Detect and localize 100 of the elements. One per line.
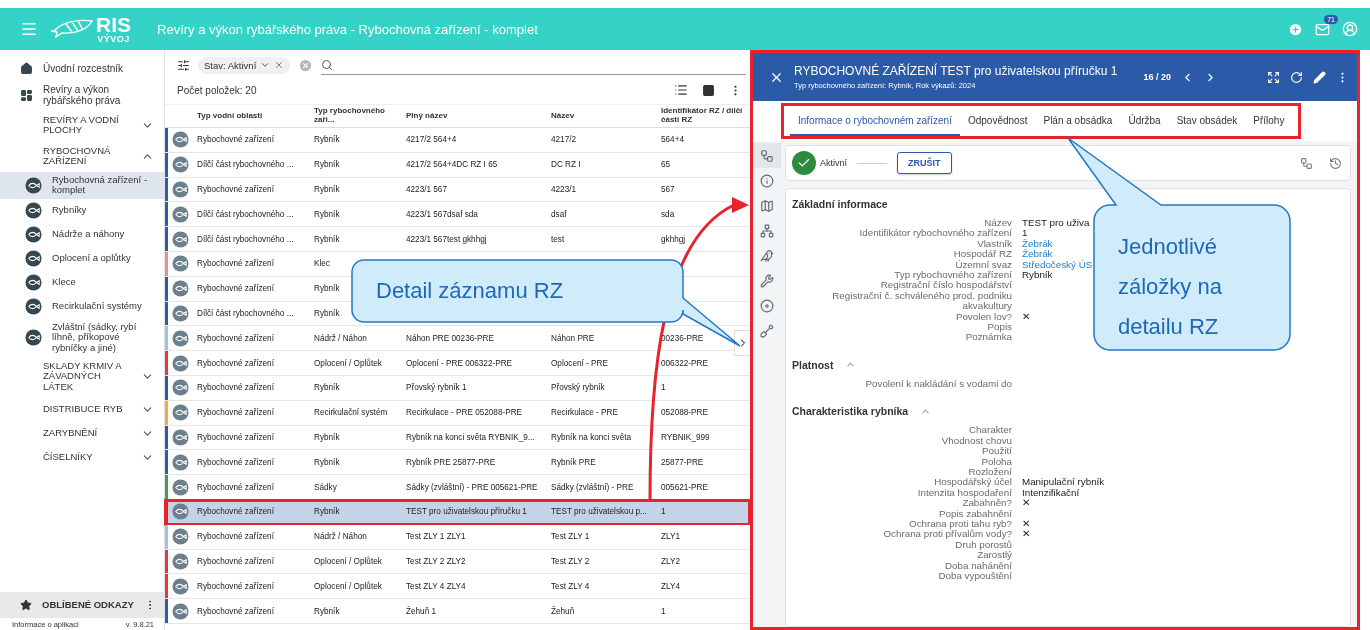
nav-group[interactable]: DISTRIBUCE RYB xyxy=(0,397,164,422)
cancel-button[interactable]: ZRUŠIT xyxy=(897,152,952,174)
column-header[interactable]: Identifikátor RZ / dílčí části RZ xyxy=(657,107,750,125)
table-row[interactable]: Rybochovné zařízení Sádky Sádky (zvláštní) - PRE 005621-PRE Sádky (zvláštní) - PRE 005621-PRE xyxy=(165,475,750,500)
table-row[interactable]: Dílčí část rybochovného ... Rybník 4217/2 564+4DC RZ I 65 DC RZ I 65 xyxy=(165,152,750,178)
fish-badge-icon xyxy=(172,404,189,422)
mail-button[interactable] xyxy=(1315,21,1330,37)
field-label: Identifikátor rybochovného zařízení xyxy=(858,228,1012,239)
table-cell-text: Sádky (zvláštní) - PRE xyxy=(550,482,635,492)
fish-badge-icon xyxy=(25,202,42,220)
table-cell-text: Rybník xyxy=(313,606,341,616)
table-cell-text: Rybník xyxy=(313,234,341,244)
nav-group[interactable]: ZARYBNĚNÍ xyxy=(0,421,164,446)
nav-group[interactable]: REVÍRY A VODNÍ PLOCHY xyxy=(0,110,164,141)
flow-button[interactable] xyxy=(1300,156,1313,170)
nav-item[interactable]: Revíry a výkon rybářského práva xyxy=(0,80,164,110)
nav-item[interactable]: Rybníky xyxy=(0,198,164,223)
tab[interactable]: Odpovědnost xyxy=(959,106,1036,136)
field-label: Druh porostů xyxy=(955,539,1012,550)
table-row[interactable]: Rybochovné zařízení Rybník Rybník PRE 25877-PRE Rybník PRE 25877-PRE xyxy=(165,450,750,476)
nav-group[interactable]: ČÍSELNÍKY xyxy=(0,445,164,470)
table-row[interactable]: Rybochovné zařízení Rybník Žehuň 1 Žehuň 1 xyxy=(165,599,750,624)
nav-item[interactable]: Oplocení a oplůtky xyxy=(0,246,164,271)
table-cell-text: 4217/2 xyxy=(550,135,578,145)
edit-button[interactable] xyxy=(1313,70,1326,84)
table-row[interactable]: Dílčí část rybochovného ... Rybník 4223/1 567test gkhhgj test gkhhgj xyxy=(165,227,750,252)
table-cell-text: 564+4 xyxy=(660,135,685,145)
table-row[interactable]: Rybochovné zařízení Rybník Rybník na konci světa RYBNIK_9... Rybník na konci světa RYBNIK_999 xyxy=(165,425,750,451)
field-value: Rybník xyxy=(1022,270,1053,281)
table-cell-text: 1 xyxy=(660,606,667,616)
fullscreen-icon xyxy=(1267,70,1280,84)
field-link[interactable]: Žebrák xyxy=(1022,238,1053,250)
table-row[interactable]: Rybochovné zařízení Oplocení / Oplůtek Test ZLY 4 ZLY4 Test ZLY 4 ZLY4 xyxy=(165,574,750,600)
table-cell-text: Rybník na konci světa xyxy=(550,432,633,442)
column-header[interactable]: Typ rybochovného zaří... xyxy=(310,107,402,125)
table-cell-text: Dílčí část rybochovného ... xyxy=(196,234,295,244)
field-label: Hospodář RZ xyxy=(952,249,1012,260)
fish-badge-icon xyxy=(172,428,189,446)
nav-item[interactable]: Klece xyxy=(0,270,164,295)
column-header[interactable]: Název xyxy=(547,111,657,121)
sliders-icon xyxy=(177,58,190,72)
table-row[interactable]: Rybochovné zařízení Nádrž / Náhon Test ZLY 1 ZLY1 Test ZLY 1 ZLY1 xyxy=(165,524,750,550)
nav-item[interactable]: Recirkulační systémy xyxy=(0,294,164,319)
list-icon xyxy=(674,83,688,97)
field-label: Poloha xyxy=(980,456,1012,467)
table-cell-text: ZLY4 xyxy=(660,581,681,591)
table-cell-text: test xyxy=(550,234,566,244)
table-cell-text: 1 xyxy=(660,507,667,517)
fish-badge-icon xyxy=(172,181,189,198)
list-view-button[interactable] xyxy=(674,83,688,97)
expand-panel-button[interactable] xyxy=(734,330,750,356)
table-cell-text: Rybník xyxy=(313,308,341,318)
field-value: Manipulační rybník xyxy=(1022,477,1105,488)
table-cell-text: Rybochovné zařízení xyxy=(196,532,275,542)
fullscreen-button[interactable] xyxy=(1267,70,1280,84)
table-cell-text: Dílčí část rybochovného ... xyxy=(196,308,295,318)
column-header[interactable]: Plný název xyxy=(402,111,547,121)
field-link[interactable]: Středočeský ÚS xyxy=(1022,259,1093,271)
column-header[interactable]: Typ vodní oblasti xyxy=(193,111,310,121)
nav-item[interactable]: Nádrže a náhony xyxy=(0,222,164,247)
table-cell-text: sda xyxy=(660,209,676,219)
history-icon xyxy=(1329,156,1342,170)
mail-icon xyxy=(1315,21,1330,37)
app-title: Revíry a výkon rybářského práva - Rybochovná zařízení - komplet xyxy=(157,21,539,37)
tab[interactable]: Údržba xyxy=(1120,106,1169,136)
tab[interactable]: Stav obsádek xyxy=(1168,106,1246,136)
table-row[interactable]: Rybochovné zařízení Rybník TEST pro uživatelskou příručku 1 TEST pro uživatelskou p... 1 xyxy=(165,499,750,525)
table-cell-text: Náhon PRE xyxy=(550,333,596,343)
table-row[interactable]: Rybochovné zařízení Rybník Přovský rybník 1 Přovský rybník 1 xyxy=(165,375,750,401)
table-row[interactable]: Rybochovné zařízení Recirkulační systém Recirkulace - PRE 052088-PRE Recirkulace - PRE 052088-PRE xyxy=(165,400,750,426)
field-value: ✕ xyxy=(1022,311,1030,323)
table-cell-text: Dílčí část rybochovného ... xyxy=(196,160,295,170)
table-row[interactable]: Rybochovné zařízení Oplocení / Oplůtek Oplocení - PRE 006322-PRE Oplocení - PRE 006322-PRE xyxy=(165,351,750,376)
section-title: Platnost xyxy=(792,358,834,371)
side-tool-button[interactable] xyxy=(753,143,781,168)
filter-settings-button[interactable] xyxy=(177,58,190,72)
table-row[interactable]: Rybochovné zařízení Oplocení / Oplůtek Test ZLY 2 ZLY2 Test ZLY 2 ZLY2 xyxy=(165,549,750,575)
table-cell-text: Rybník xyxy=(313,457,341,467)
nav-item[interactable]: Úvodní rozcestník xyxy=(0,56,164,80)
table-row[interactable]: Rybochovné zařízení Rybník 4223/1 567 4223/1 567 xyxy=(165,177,750,203)
nav-group[interactable]: SKLADY KRMIV A ZÁVADNÝCH LÁTEK xyxy=(0,355,164,398)
field-value: ✕ xyxy=(1022,498,1030,509)
tab[interactable]: Informace o rybochovném zařízení xyxy=(790,106,960,136)
field-label: Vhodnost chovu xyxy=(940,435,1012,447)
table-cell-text: Sádky xyxy=(313,482,338,492)
filter-chip[interactable]: Stav: Aktivní xyxy=(198,56,291,74)
nav-group[interactable]: RYBOCHOVNÁ ZAŘÍZENÍ xyxy=(0,140,164,172)
refresh-button[interactable] xyxy=(1290,70,1303,84)
nav-item[interactable]: Rybochovná zařízení - komplet xyxy=(0,171,164,199)
table-cell-text: TEST pro uživatelskou příručku 1 xyxy=(405,507,528,517)
history-button[interactable] xyxy=(1329,156,1342,170)
tab[interactable]: Plán a obsádka xyxy=(1035,106,1121,136)
fish-badge-icon xyxy=(172,255,189,273)
tab[interactable]: Přílohy xyxy=(1245,106,1293,136)
table-cell-text: dsaf xyxy=(550,209,568,219)
table-row[interactable]: Rybochovné zařízení Rybník 4217/2 564+4 4217/2 564+4 xyxy=(165,128,750,153)
field-link[interactable]: Žebrák xyxy=(1022,249,1053,260)
table-row[interactable]: Dílčí část rybochovného ... Rybník 4223/1 567dsaf sda dsaf sda xyxy=(165,202,750,228)
nav-item[interactable]: Zvláštní (sádky, rybí líhně, příkopové rybníčky a jiné) xyxy=(0,318,164,356)
favorites-bar[interactable]: OBLÍBENÉ ODKAZY xyxy=(0,592,164,618)
